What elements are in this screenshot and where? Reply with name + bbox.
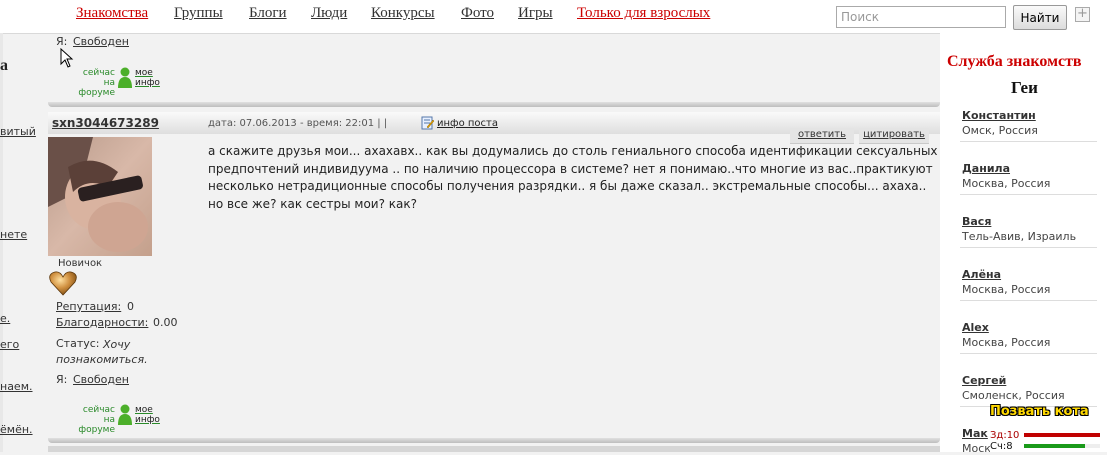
left-sidebar-link[interactable]: его — [0, 338, 19, 351]
person-city: Москва, Россия — [962, 177, 1051, 190]
top-nav: Знакомства Группы Блоги Люди Конкурсы Фо… — [0, 0, 1107, 34]
prev-post-me-label: Я: — [56, 35, 68, 48]
nav-link-games[interactable]: Игры — [518, 5, 553, 22]
thanks-value: 0.00 — [153, 316, 178, 329]
nav-link-contests[interactable]: Конкурсы — [371, 5, 435, 22]
post-online-indicator[interactable]: сейчас на форуме мое инфо — [69, 404, 169, 435]
next-post-header — [48, 446, 940, 452]
person-name[interactable]: Мак — [962, 427, 988, 440]
quote-button[interactable]: цитировать — [859, 128, 929, 144]
cat-satiety-bar — [1024, 444, 1100, 448]
nav-link-dating[interactable]: Знакомства — [76, 5, 148, 22]
person-name[interactable]: Данила — [962, 162, 1010, 175]
heart-rank-icon — [49, 271, 77, 296]
person-divider — [960, 141, 1097, 142]
left-sidebar-heading: а — [0, 57, 8, 74]
person-city: Москва, Россия — [962, 283, 1051, 296]
me-label: Я: — [56, 373, 68, 386]
person-divider — [960, 247, 1097, 248]
cat-health-label: Зд:10 — [990, 430, 1020, 441]
reputation-value: 0 — [127, 300, 134, 313]
user-online-icon — [118, 404, 132, 425]
nav-link-adults-only[interactable]: Только для взрослых — [577, 5, 710, 22]
nav-link-photo[interactable]: Фото — [461, 5, 494, 22]
my-info-link[interactable]: мое инфо — [135, 405, 160, 425]
mouse-cursor-icon — [60, 48, 74, 68]
person-name[interactable]: Алёна — [962, 268, 1001, 281]
thanks-label[interactable]: Благодарности: — [56, 316, 148, 329]
nav-link-people[interactable]: Люди — [311, 5, 347, 22]
person-name[interactable]: Alex — [962, 321, 989, 334]
person-divider — [960, 353, 1097, 354]
left-sidebar-link[interactable]: наем. — [0, 380, 33, 393]
cat-satiety-label: Сч:8 — [990, 441, 1013, 452]
user-rank: Новичок — [58, 258, 103, 269]
status-value: Хочу познакомиться. — [56, 338, 148, 366]
person-name[interactable]: Сергей — [962, 374, 1006, 387]
nav-link-blogs[interactable]: Блоги — [249, 5, 287, 22]
left-sidebar-link[interactable]: е. — [0, 312, 10, 325]
post-info-icon — [421, 116, 435, 130]
cat-health-bar — [1024, 433, 1100, 437]
nav-link-groups[interactable]: Группы — [174, 5, 223, 22]
person-city: Тель-Авив, Израиль — [962, 230, 1077, 243]
person-city: Смоленск, Россия — [962, 389, 1065, 402]
call-cat-button[interactable]: Позвать кота — [990, 404, 1089, 419]
sidebar-subtitle: Геи — [1011, 78, 1038, 97]
left-sidebar-link[interactable]: витый — [0, 125, 36, 138]
left-sidebar-link[interactable]: нете — [0, 228, 27, 241]
person-name[interactable]: Константин — [962, 109, 1036, 122]
person-divider — [960, 300, 1097, 301]
post-info-link[interactable]: инфо поста — [437, 118, 498, 129]
person-city: Омск, Россия — [962, 124, 1038, 137]
my-info-line1: мое — [135, 405, 153, 415]
search-button[interactable]: Найти — [1013, 5, 1067, 30]
my-info-link[interactable]: мое инфо — [135, 68, 160, 88]
me-value[interactable]: Свободен — [73, 373, 129, 386]
left-sidebar-link[interactable]: ёмён. — [0, 423, 33, 436]
plus-icon[interactable]: + — [1075, 7, 1090, 22]
reply-button[interactable]: ответить — [790, 128, 854, 144]
post-meta: дата: 07.06.2013 - время: 22:01 | | — [208, 118, 388, 129]
sidebar-title: Служба знакомств — [947, 53, 1082, 70]
my-info-line2: инфо — [135, 415, 160, 425]
my-info-line2: инфо — [135, 78, 160, 88]
post-divider — [48, 102, 940, 107]
person-name[interactable]: Вася — [962, 215, 991, 228]
online-status-label: сейчас на форуме — [78, 68, 115, 98]
prev-post-me-value[interactable]: Свободен — [73, 35, 129, 48]
prev-post-online-indicator[interactable]: сейчас на форуме мое инфо — [69, 67, 169, 98]
online-status-label: сейчас на форуме — [78, 405, 115, 435]
person-divider — [960, 194, 1097, 195]
reputation-label[interactable]: Репутация: — [56, 300, 121, 313]
post-body: а скажите друзья мои... ахахавх.. как вы… — [208, 144, 938, 211]
user-avatar[interactable] — [48, 137, 152, 256]
user-online-icon — [118, 67, 132, 88]
person-city: Москва, Россия — [962, 336, 1051, 349]
post-author-link[interactable]: sxn3044673289 — [52, 116, 159, 130]
search-input[interactable]: Поиск — [836, 6, 1006, 28]
post-divider — [48, 438, 940, 443]
my-info-line1: мое — [135, 68, 153, 78]
person-city: Моск — [962, 442, 991, 455]
